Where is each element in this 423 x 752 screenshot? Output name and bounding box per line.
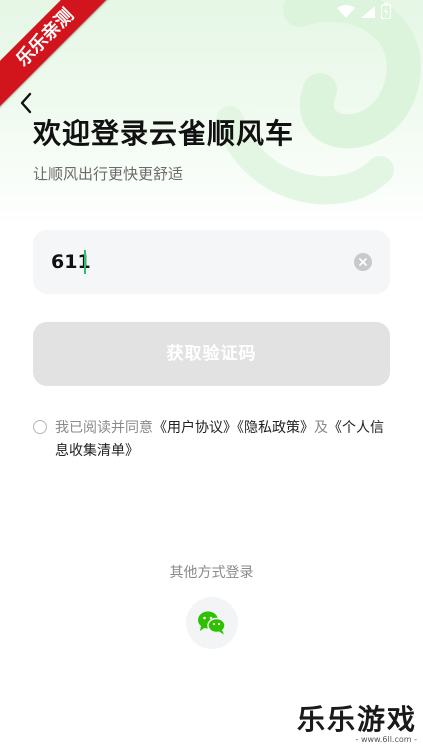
text-cursor: [84, 250, 86, 274]
phone-input[interactable]: 611: [33, 230, 390, 294]
site-watermark: 乐乐游戏 - www.6ll.com -: [297, 703, 418, 745]
page-title: 欢迎登录云雀顺风车: [33, 117, 295, 150]
page-subtitle: 让顺风出行更快更舒适: [33, 165, 184, 183]
wifi-icon: [337, 4, 355, 23]
signal-icon: [359, 4, 377, 23]
status-bar: [337, 3, 392, 23]
user-agreement-link[interactable]: 《用户协议》: [153, 420, 237, 436]
wechat-login-button[interactable]: [186, 597, 238, 649]
other-login-label: 其他方式登录: [169, 565, 254, 581]
privacy-policy-link[interactable]: 《隐私政策》: [237, 420, 314, 436]
agreement-prefix: 我已阅读并同意: [55, 420, 153, 436]
watermark-main-text: 乐乐游戏: [297, 703, 418, 736]
battery-icon: [380, 3, 392, 23]
get-code-button[interactable]: 获取验证码: [33, 322, 390, 386]
clear-input-button[interactable]: [354, 253, 372, 271]
close-icon: [359, 258, 367, 266]
agreement-text: 我已阅读并同意《用户协议》《隐私政策》及《个人信息收集清单》: [55, 417, 395, 463]
agreement-checkbox[interactable]: [33, 420, 47, 434]
watermark-sub-text: - www.6ll.com -: [355, 735, 417, 744]
wechat-icon: [198, 611, 226, 635]
agreement-conj: 及: [314, 420, 328, 436]
